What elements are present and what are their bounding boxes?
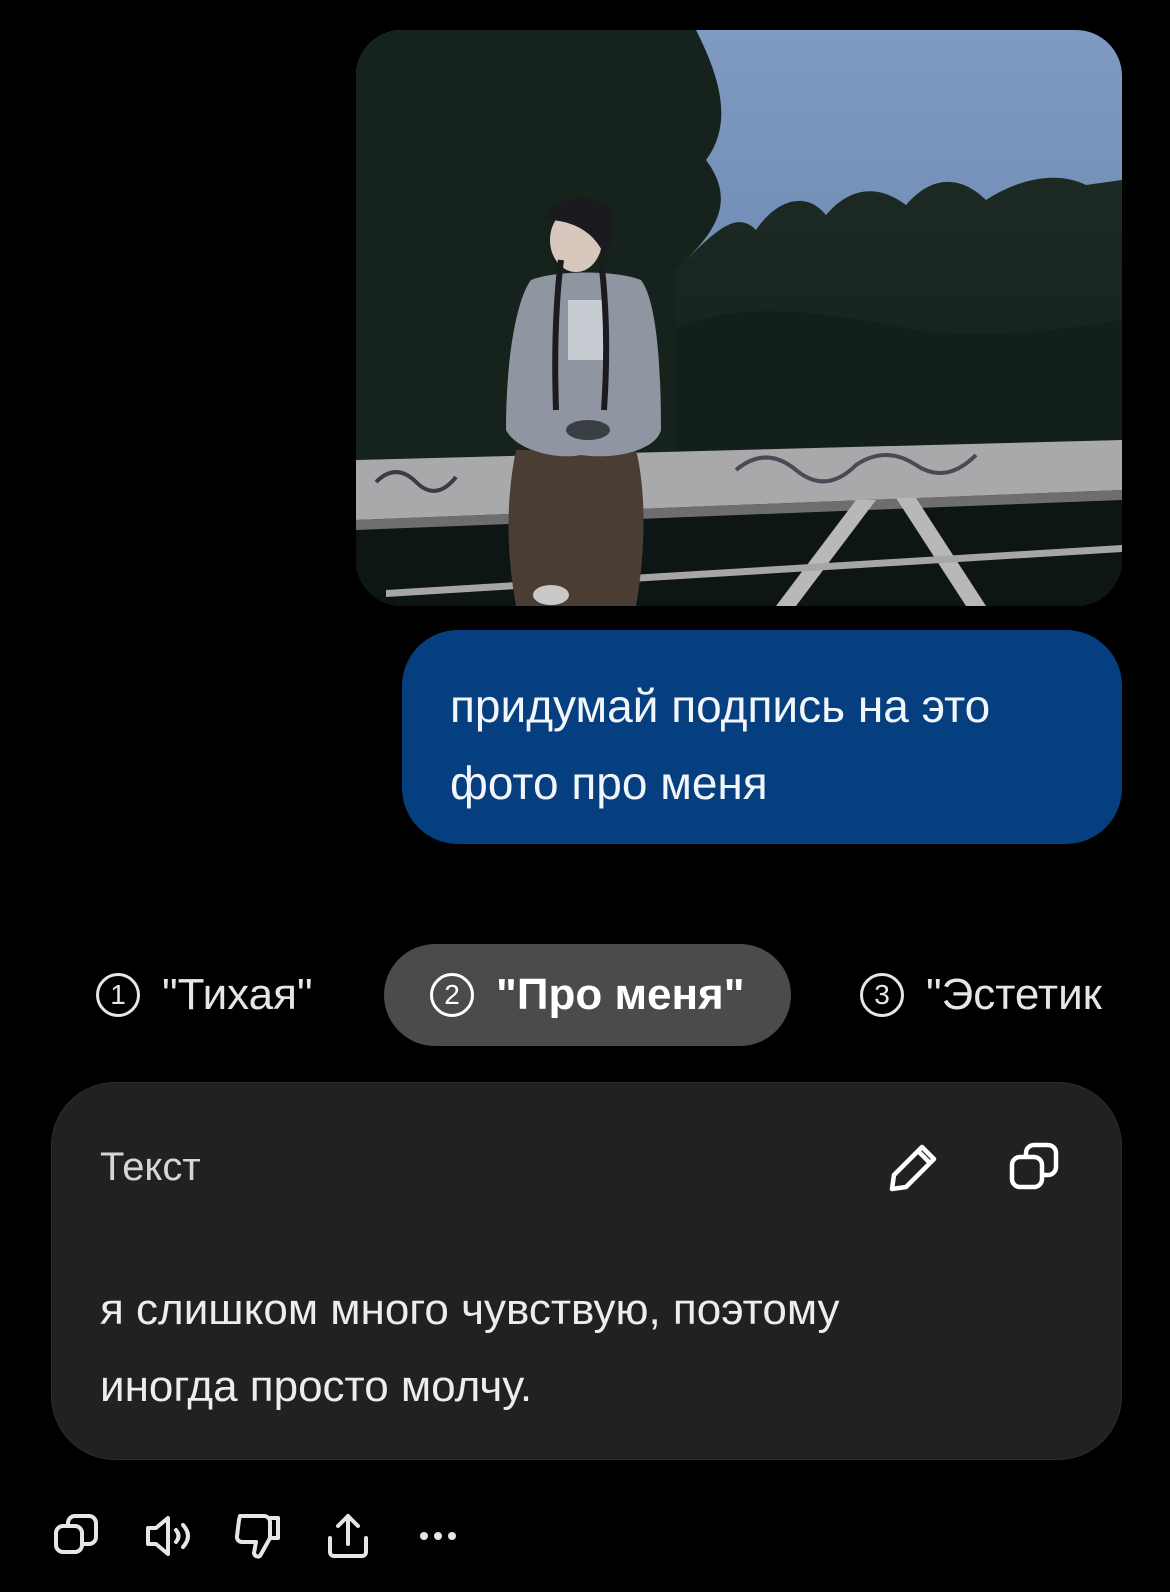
variant-number-badge: 1 (96, 973, 140, 1017)
card-body-text: я слишком много чувствую, поэтому иногда… (100, 1271, 1060, 1425)
response-card: Текст я слишком много чувствую, поэтому … (51, 1082, 1122, 1460)
variant-number-badge: 3 (860, 973, 904, 1017)
user-message-line: придумай подпись на это (450, 680, 991, 732)
card-text-line: иногда просто молчу. (100, 1362, 533, 1411)
variant-selector: 1 "Тихая" 2 "Про меня" 3 "Эстетик (0, 944, 1170, 1046)
variant-option-3[interactable]: 3 "Эстетик (860, 944, 1124, 1046)
message-action-bar (50, 1508, 500, 1564)
variant-number-badge: 2 (430, 973, 474, 1017)
variant-option-2[interactable]: 2 "Про меня" (384, 944, 791, 1046)
more-icon[interactable] (410, 1508, 466, 1564)
variant-option-1[interactable]: 1 "Тихая" (96, 944, 313, 1046)
card-text-line: я слишком много чувствую, поэтому (100, 1285, 840, 1334)
variant-label: "Эстетик (926, 970, 1102, 1019)
copy-icon[interactable] (1002, 1135, 1066, 1199)
pencil-icon[interactable] (882, 1135, 946, 1199)
user-message-bubble: придумай подпись на это фото про меня (402, 630, 1122, 844)
variant-label: "Про меня" (496, 970, 745, 1019)
card-label: Текст (100, 1145, 201, 1189)
speaker-icon[interactable] (140, 1508, 196, 1564)
thumbs-down-icon[interactable] (230, 1508, 286, 1564)
copy-icon[interactable] (50, 1508, 106, 1564)
uploaded-photo[interactable] (356, 30, 1122, 606)
user-message-line: фото про меня (450, 757, 768, 809)
share-icon[interactable] (320, 1508, 376, 1564)
variant-label: "Тихая" (162, 970, 313, 1019)
